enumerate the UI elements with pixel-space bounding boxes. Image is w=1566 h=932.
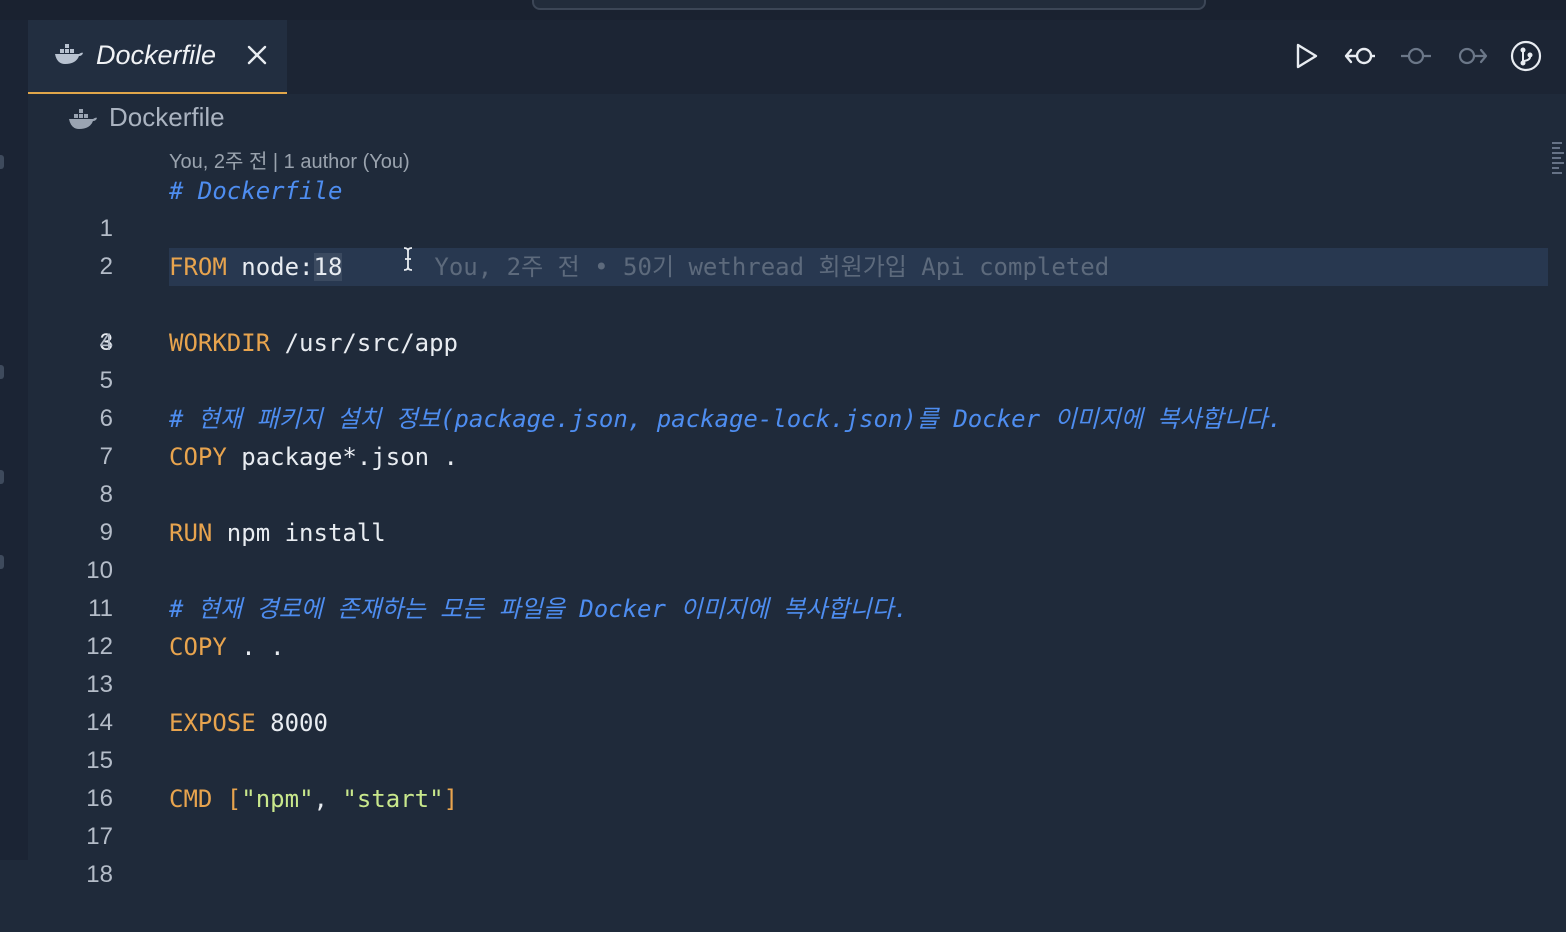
run-icon[interactable]: [1290, 40, 1322, 72]
minimap-line: [1552, 142, 1562, 144]
minimap-line: [1552, 157, 1561, 159]
tab-dockerfile[interactable]: Dockerfile: [28, 20, 287, 94]
breadcrumb[interactable]: Dockerfile: [28, 94, 1566, 140]
minimap-line: [1552, 167, 1559, 169]
close-icon[interactable]: [244, 42, 270, 68]
code-line: 18: [28, 818, 1548, 888]
activity-bar: [0, 20, 28, 860]
string: "npm": [241, 785, 314, 813]
keyword: CMD: [169, 785, 213, 813]
command-center[interactable]: [532, 0, 1206, 10]
comment: # 현재 경로에 존재하는 모든 파일을 Docker 이미지에 복사합니다.: [169, 595, 909, 623]
minimap[interactable]: [1550, 140, 1564, 180]
code-text: /usr/src/app: [270, 329, 458, 357]
bracket: [: [212, 785, 242, 813]
code-text: npm install: [212, 519, 386, 547]
code-line: 10 RUN npm install: [28, 514, 1548, 584]
code-line: 5 WORKDIR /usr/src/app: [28, 324, 1548, 394]
code-line: 9: [28, 476, 1548, 546]
code-line: 2: [28, 210, 1548, 280]
comment: # 현재 패키지 설치 정보(package.json, package-loc…: [169, 405, 1283, 433]
code-text: 8000: [255, 709, 328, 737]
string: "start": [342, 785, 444, 813]
code-editor[interactable]: You, 2주 전 | 1 author (You) 1 # Dockerfil…: [28, 140, 1566, 888]
previous-change-icon[interactable]: [1344, 40, 1376, 72]
keyword: EXPOSE: [169, 709, 256, 737]
code-text: . .: [226, 633, 285, 661]
code-line: 1 # Dockerfile: [28, 172, 1548, 242]
code-line: 11: [28, 552, 1548, 622]
activity-indicator: [0, 365, 4, 379]
keyword: COPY: [169, 443, 227, 471]
editor-tab-bar: Dockerfile: [28, 20, 1566, 94]
docker-icon: [69, 109, 97, 129]
selection: 18: [313, 253, 343, 281]
title-bar: [0, 0, 1566, 20]
code-line: 15 EXPOSE 8000: [28, 704, 1548, 774]
codelens-authors[interactable]: You, 2주 전 | 1 author (You): [169, 145, 410, 174]
code-text: package*.json .: [226, 443, 458, 471]
code-line: 7 # 현재 패키지 설치 정보(package.json, package-l…: [28, 400, 1548, 470]
text-cursor-icon: [403, 247, 413, 271]
keyword: FROM: [169, 253, 227, 281]
breadcrumb-label: Dockerfile: [109, 102, 225, 132]
keyword: RUN: [169, 519, 213, 547]
code-line: 13 COPY . .: [28, 628, 1548, 698]
code-line: 12 # 현재 경로에 존재하는 모든 파일을 Docker 이미지에 복사합니…: [28, 590, 1548, 660]
line-number: 18: [86, 861, 113, 888]
activity-indicator: [0, 555, 4, 569]
code-line-current: 3 FROM node:18 You, 2주 전 • 50기 wethread 회…: [28, 248, 1548, 356]
activity-indicator: [0, 470, 4, 484]
minimap-line: [1552, 152, 1564, 154]
code-line: 16: [28, 742, 1548, 812]
docker-icon: [55, 44, 83, 64]
tab-label: Dockerfile: [96, 40, 217, 70]
keyword: COPY: [169, 633, 227, 661]
code-text: node:: [226, 253, 314, 281]
code-line: 6: [28, 362, 1548, 432]
code-text: ,: [313, 785, 343, 813]
inline-blame: You, 2주 전 • 50기 wethread 회원가입 Api comple…: [434, 253, 1110, 281]
code-line: 14: [28, 666, 1548, 736]
minimap-line: [1552, 172, 1562, 174]
code-line: 4: [28, 286, 1548, 356]
git-compare-icon[interactable]: [1510, 40, 1542, 72]
minimap-line: [1552, 147, 1560, 149]
keyword: WORKDIR: [169, 329, 271, 357]
code-line: 8 COPY package*.json .: [28, 438, 1548, 508]
code-line: 17 CMD ["npm", "start"]: [28, 780, 1548, 850]
activity-indicator: [0, 155, 4, 169]
bracket: ]: [443, 785, 459, 813]
comment: # Dockerfile: [169, 177, 343, 205]
minimap-line: [1552, 162, 1564, 164]
commit-icon[interactable]: [1400, 40, 1432, 72]
next-change-icon[interactable]: [1456, 40, 1488, 72]
